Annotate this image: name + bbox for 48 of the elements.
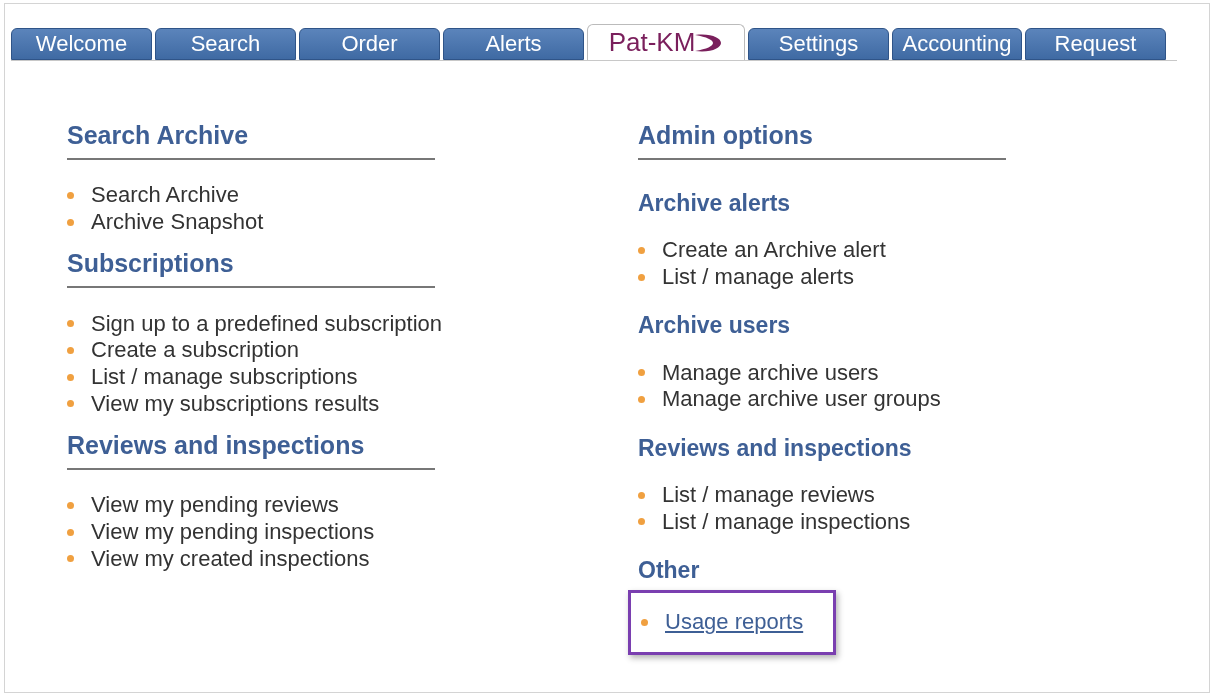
tab[interactable]: Accounting	[892, 28, 1022, 60]
group-heading: Reviews and inspections	[638, 434, 912, 462]
group-heading: Other	[638, 557, 700, 585]
tab[interactable]: Welcome	[11, 28, 152, 60]
menu-link[interactable]: Create a subscription	[91, 337, 299, 364]
bullet-icon	[67, 191, 74, 199]
menu-link[interactable]: View my pending reviews	[91, 492, 339, 519]
section-heading: Search Archive	[67, 121, 435, 160]
tab[interactable]: Pat-KM	[587, 24, 745, 60]
menu-link[interactable]: Sign up to a predefined subscription	[91, 310, 442, 337]
bullet-icon	[638, 246, 645, 254]
bullet-icon	[67, 528, 74, 536]
bullet-icon	[67, 218, 74, 226]
tab[interactable]: Settings	[748, 28, 889, 60]
bullet-icon	[638, 518, 645, 526]
menu-link[interactable]: Create an Archive alert	[662, 237, 886, 264]
bullet-icon	[67, 501, 74, 509]
menu-link[interactable]: View my pending inspections	[91, 519, 375, 546]
bullet-icon	[638, 369, 645, 377]
menu-link[interactable]: Usage reports	[665, 609, 804, 636]
bullet-icon	[67, 400, 74, 408]
menu-link[interactable]: Manage archive user groups	[662, 386, 941, 413]
bullet-icon	[638, 273, 645, 281]
bullet-icon	[67, 320, 74, 328]
tab[interactable]: Search	[155, 28, 296, 60]
menu-link[interactable]: Search Archive	[91, 182, 239, 209]
menu-link[interactable]: Archive Snapshot	[91, 209, 264, 236]
section-heading: Subscriptions	[67, 249, 435, 289]
bullet-icon	[67, 373, 74, 381]
tab[interactable]: Request	[1025, 28, 1166, 60]
menu-link[interactable]: List / manage subscriptions	[91, 364, 358, 391]
tab[interactable]: Order	[299, 28, 440, 60]
bullet-icon	[641, 618, 648, 626]
menu-link[interactable]: List / manage alerts	[662, 264, 854, 291]
bullet-icon	[638, 491, 645, 499]
section-heading: Admin options	[638, 121, 1006, 160]
menu-link[interactable]: List / manage reviews	[662, 482, 875, 509]
group-heading: Archive users	[638, 312, 791, 340]
section-heading: Reviews and inspections	[67, 431, 435, 471]
bullet-icon	[638, 395, 645, 403]
menu-link[interactable]: View my created inspections	[91, 545, 370, 572]
menu-link[interactable]: Manage archive users	[662, 359, 879, 386]
bullet-icon	[67, 346, 74, 354]
menu-link[interactable]: List / manage inspections	[662, 508, 911, 535]
tab[interactable]: Alerts	[443, 28, 584, 60]
group-heading: Archive alerts	[638, 190, 791, 217]
bullet-icon	[67, 555, 74, 563]
menu-link[interactable]: View my subscriptions results	[91, 390, 380, 417]
